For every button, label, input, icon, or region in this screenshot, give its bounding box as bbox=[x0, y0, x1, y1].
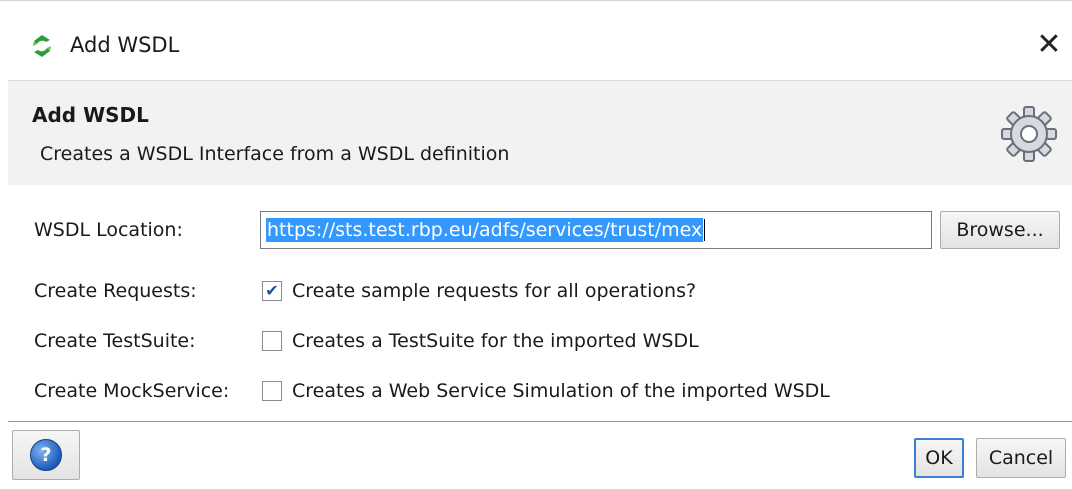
gear-icon bbox=[1001, 106, 1057, 162]
add-wsdl-dialog: Add WSDL ✕ Add WSDL Creates a WSDL Inter… bbox=[0, 0, 1072, 489]
browse-button[interactable]: Browse... bbox=[940, 211, 1060, 249]
create-mockservice-text[interactable]: Creates a Web Service Simulation of the … bbox=[292, 379, 830, 403]
create-testsuite-checkbox[interactable] bbox=[262, 331, 282, 351]
banner-title: Add WSDL bbox=[32, 103, 149, 127]
create-testsuite-text[interactable]: Creates a TestSuite for the imported WSD… bbox=[292, 329, 699, 353]
close-button[interactable]: ✕ bbox=[1032, 26, 1066, 64]
wsdl-location-label: WSDL Location: bbox=[34, 219, 183, 241]
wsdl-form: WSDL Location: https://sts.test.rbp.eu/a… bbox=[8, 185, 1072, 421]
create-requests-text[interactable]: Create sample requests for all operation… bbox=[292, 279, 696, 303]
create-requests-label: Create Requests: bbox=[34, 280, 197, 302]
title-bar[interactable]: Add WSDL ✕ bbox=[0, 10, 1072, 80]
soapui-logo-icon bbox=[33, 35, 51, 57]
wsdl-location-value: https://sts.test.rbp.eu/adfs/services/tr… bbox=[266, 218, 704, 242]
checkmark-icon: ✔ bbox=[265, 281, 279, 300]
create-requests-checkbox[interactable]: ✔ bbox=[262, 281, 282, 301]
window-title: Add WSDL bbox=[70, 33, 180, 57]
create-mockservice-label: Create MockService: bbox=[34, 380, 230, 402]
create-mockservice-checkbox[interactable] bbox=[262, 381, 282, 401]
help-button[interactable]: ? bbox=[12, 430, 80, 480]
wsdl-location-input[interactable]: https://sts.test.rbp.eu/adfs/services/tr… bbox=[260, 211, 932, 249]
dialog-footer: ? OK Cancel bbox=[8, 421, 1072, 489]
help-icon: ? bbox=[30, 439, 62, 471]
banner-description: Creates a WSDL Interface from a WSDL def… bbox=[40, 143, 510, 165]
create-testsuite-label: Create TestSuite: bbox=[34, 330, 196, 352]
cancel-button[interactable]: Cancel bbox=[976, 438, 1066, 478]
ok-button[interactable]: OK bbox=[914, 438, 964, 478]
close-icon: ✕ bbox=[1036, 27, 1062, 62]
header-banner: Add WSDL Creates a WSDL Interface from a… bbox=[8, 80, 1072, 186]
text-caret bbox=[704, 219, 706, 241]
